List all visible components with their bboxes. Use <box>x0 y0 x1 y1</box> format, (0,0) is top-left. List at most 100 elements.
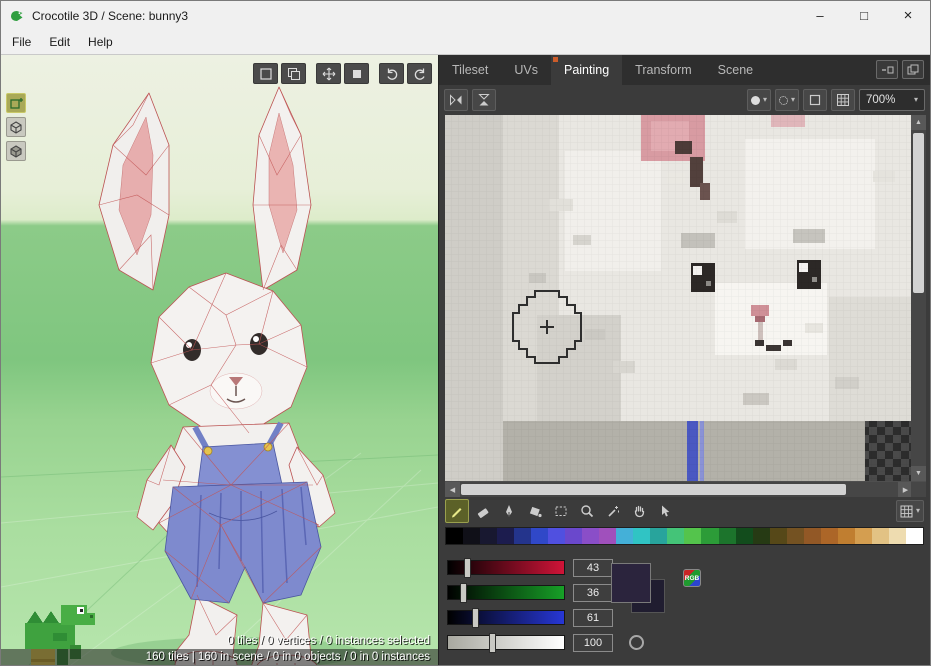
red-value[interactable]: 43 <box>573 559 613 577</box>
mirror-x-button[interactable] <box>444 89 468 111</box>
palette-swatch[interactable] <box>736 528 753 544</box>
palette-swatch[interactable] <box>701 528 718 544</box>
palette-swatch[interactable] <box>633 528 650 544</box>
horizontal-scrollbar[interactable]: ◀ ▶ <box>445 482 913 497</box>
h-scroll-thumb[interactable] <box>461 484 846 495</box>
palette-swatch[interactable] <box>446 528 463 544</box>
opacity-slider[interactable] <box>447 635 565 650</box>
undo-button[interactable] <box>379 63 404 84</box>
palette-swatch[interactable] <box>480 528 497 544</box>
tile-bounds-button[interactable] <box>803 89 827 111</box>
fill-tool-button[interactable] <box>523 499 547 523</box>
palette-swatch[interactable] <box>889 528 906 544</box>
zoom-select[interactable]: 700%▾ <box>859 89 925 111</box>
color-picker-button[interactable] <box>629 635 644 650</box>
zoom-tool-button[interactable] <box>575 499 599 523</box>
viewport-3d[interactable]: 0 tiles / 0 vertices / 0 instances selec… <box>1 55 438 665</box>
color-controls: 43 36 61 100 RG <box>439 547 930 665</box>
face-mode-button[interactable] <box>344 63 369 84</box>
palette-swatch[interactable] <box>770 528 787 544</box>
maximize-button[interactable]: □ <box>842 1 886 30</box>
pencil-tool-button[interactable] <box>445 499 469 523</box>
panel-tab-bar: Tileset UVs Painting Transform Scene <box>439 55 930 85</box>
v-scroll-thumb[interactable] <box>913 133 924 293</box>
scroll-left-button[interactable]: ◀ <box>445 482 460 497</box>
palette-swatch[interactable] <box>787 528 804 544</box>
tab-scene[interactable]: Scene <box>705 55 766 85</box>
palette-swatch[interactable] <box>872 528 889 544</box>
pan-tool-button[interactable] <box>627 499 651 523</box>
palette-swatch[interactable] <box>906 528 923 544</box>
palette-swatch[interactable] <box>667 528 684 544</box>
palette-swatch[interactable] <box>565 528 582 544</box>
palette-dropdown[interactable]: ▾ <box>896 500 924 522</box>
palette-swatch[interactable] <box>497 528 514 544</box>
pen-tool-button[interactable] <box>497 499 521 523</box>
popout-panel-icon-button[interactable] <box>902 60 924 79</box>
dock-panel-icon-button[interactable] <box>876 60 898 79</box>
palette-swatch[interactable] <box>616 528 633 544</box>
menu-help[interactable]: Help <box>79 30 122 54</box>
menu-edit[interactable]: Edit <box>40 30 79 54</box>
select-rect-tool-button[interactable] <box>549 499 573 523</box>
opacity-value[interactable]: 100 <box>573 634 613 652</box>
palette-swatch[interactable] <box>684 528 701 544</box>
blue-slider[interactable] <box>447 610 565 625</box>
vertical-scrollbar[interactable]: ▲ ▼ <box>911 115 926 481</box>
wand-tool-button[interactable] <box>601 499 625 523</box>
red-slider[interactable] <box>447 560 565 575</box>
green-slider[interactable] <box>447 585 565 600</box>
window-title: Crocotile 3D / Scene: bunny3 <box>32 9 188 23</box>
tab-painting[interactable]: Painting <box>551 55 622 85</box>
opacity-slider-handle[interactable] <box>489 633 496 653</box>
green-slider-handle[interactable] <box>460 583 467 603</box>
palette-swatch[interactable] <box>582 528 599 544</box>
chevron-down-icon: ▾ <box>791 96 795 104</box>
select-box-button[interactable] <box>253 63 278 84</box>
edit-vertex-tool-button[interactable] <box>6 117 26 137</box>
close-button[interactable]: × <box>886 1 930 30</box>
chevron-down-icon: ▾ <box>763 96 767 104</box>
grid-toggle-button[interactable] <box>831 89 855 111</box>
palette-swatch[interactable] <box>463 528 480 544</box>
tab-tileset[interactable]: Tileset <box>439 55 501 85</box>
palette-swatch[interactable] <box>804 528 821 544</box>
color-palette <box>445 527 924 545</box>
brush-shape-dropdown[interactable]: ▾ <box>747 89 771 111</box>
brush-pattern-dropdown[interactable]: ▾ <box>775 89 799 111</box>
move-gizmo-button[interactable] <box>316 63 341 84</box>
palette-swatch[interactable] <box>514 528 531 544</box>
edit-face-tool-button[interactable] <box>6 141 26 161</box>
palette-swatch[interactable] <box>753 528 770 544</box>
move-tool-button[interactable] <box>653 499 677 523</box>
palette-swatch[interactable] <box>531 528 548 544</box>
mirror-y-button[interactable] <box>472 89 496 111</box>
tab-uvs[interactable]: UVs <box>501 55 551 85</box>
color-swatches <box>611 563 673 621</box>
tab-transform[interactable]: Transform <box>622 55 705 85</box>
scroll-up-button[interactable]: ▲ <box>911 115 926 130</box>
palette-swatch[interactable] <box>855 528 872 544</box>
minimize-button[interactable]: – <box>798 1 842 30</box>
palette-swatch[interactable] <box>719 528 736 544</box>
green-value[interactable]: 36 <box>573 584 613 602</box>
draw-tile-tool-button[interactable] <box>6 93 26 113</box>
primary-color-swatch[interactable] <box>611 563 651 603</box>
blue-slider-handle[interactable] <box>472 608 479 628</box>
palette-swatch[interactable] <box>821 528 838 544</box>
palette-swatch[interactable] <box>838 528 855 544</box>
texture-canvas[interactable] <box>445 115 913 481</box>
rgb-mode-button[interactable]: RGB <box>683 569 701 587</box>
menu-file[interactable]: File <box>3 30 40 54</box>
eraser-tool-button[interactable] <box>471 499 495 523</box>
red-slider-handle[interactable] <box>464 558 471 578</box>
palette-swatch[interactable] <box>548 528 565 544</box>
palette-swatch[interactable] <box>599 528 616 544</box>
palette-swatch[interactable] <box>650 528 667 544</box>
crocotile-logo-icon <box>9 8 25 24</box>
tile-mode-button[interactable] <box>281 63 306 84</box>
scroll-down-button[interactable]: ▼ <box>911 466 926 481</box>
redo-button[interactable] <box>407 63 432 84</box>
blue-value[interactable]: 61 <box>573 609 613 627</box>
chevron-down-icon: ▾ <box>914 96 918 104</box>
